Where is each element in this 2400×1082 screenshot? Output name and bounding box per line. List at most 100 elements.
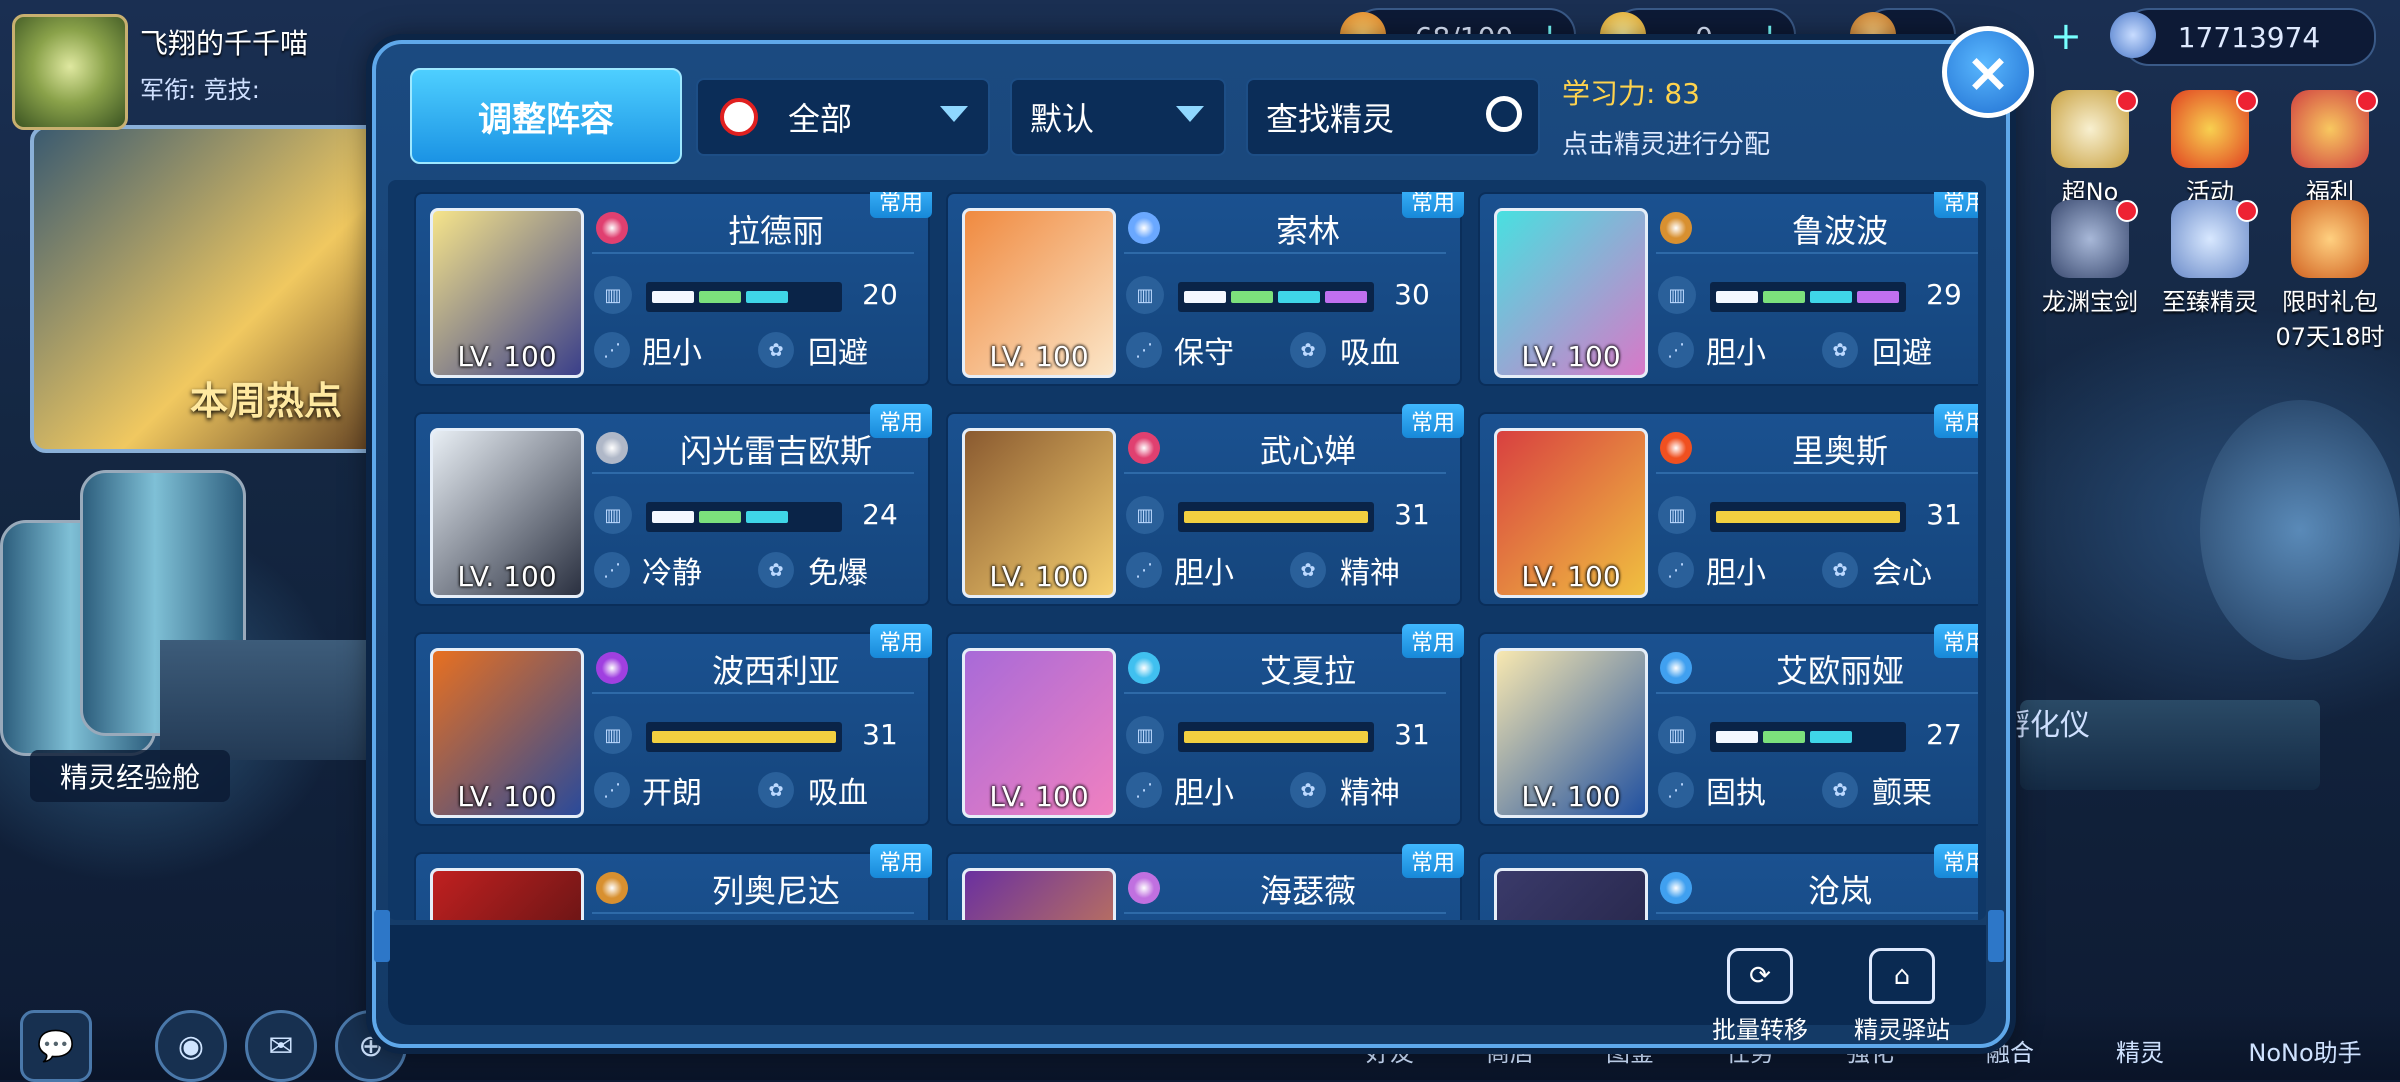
attribute-icon [1660, 872, 1692, 904]
nav-nono-assistant[interactable]: NoNo助手 [2230, 1033, 2380, 1068]
stat-icon: ▥ [1126, 496, 1164, 534]
divider [592, 472, 914, 474]
characteristic-icon: ✿ [1822, 772, 1858, 808]
characteristic-icon: ✿ [1290, 772, 1326, 808]
characteristic-label: 回避 [808, 336, 868, 371]
player-avatar[interactable] [12, 14, 128, 130]
menu-activity[interactable]: 活动 [2150, 90, 2270, 207]
chat-icon[interactable]: 💬 [20, 1010, 92, 1082]
attribute-icon [1128, 212, 1160, 244]
eye-icon[interactable]: ◉ [155, 1010, 227, 1082]
spirit-portrait[interactable]: LV. 100 [430, 648, 584, 818]
attribute-icon [596, 872, 628, 904]
menu-welfare[interactable]: 福利 [2270, 90, 2390, 207]
filter-ban-icon [720, 98, 758, 136]
spirit-portrait[interactable]: LV. 100 [962, 648, 1116, 818]
stat-bar-segment [1763, 731, 1805, 743]
spirit-portrait[interactable] [430, 868, 584, 920]
stat-bar-segment [699, 291, 741, 303]
spirit-name: 鲁波波 [1791, 212, 1888, 250]
spirit-card[interactable]: LV. 100 常用 拉德丽 ▥ 20 ⋰ 胆小 ✿ 回避 [414, 192, 932, 386]
spirit-level: LV. 100 [457, 560, 557, 593]
limited-gift-timer: 07天18时 [2275, 323, 2385, 351]
spirit-portrait[interactable]: LV. 100 [962, 208, 1116, 378]
stat-icon: ▥ [1658, 496, 1696, 534]
stat-icon: ▥ [1126, 716, 1164, 754]
notification-dot [2116, 90, 2138, 112]
stat-bar-segment [1231, 291, 1273, 303]
spirit-portrait[interactable]: LV. 100 [1494, 428, 1648, 598]
spirit-card[interactable]: LV. 100 常用 里奥斯 ▥ 31 ⋰ 胆小 ✿ 会心 [1478, 404, 1978, 606]
mail-icon[interactable]: ✉ [245, 1010, 317, 1082]
hatcher-label[interactable]: 孵化仪 [2000, 700, 2090, 744]
divider [1124, 692, 1446, 694]
stat-bar-segment [1763, 291, 1805, 303]
spirit-card[interactable]: LV. 100 常用 波西利亚 ▥ 31 ⋰ 开朗 ✿ 吸血 [414, 624, 932, 826]
right-scroll-handle[interactable] [1988, 910, 2004, 962]
spirit-card[interactable]: LV. 100 常用 武心婵 ▥ 31 ⋰ 胆小 ✿ 精神 [946, 404, 1464, 606]
stat-bar-segment [1716, 731, 1758, 743]
notification-dot [2356, 90, 2378, 112]
spirit-level: LV. 100 [989, 560, 1089, 593]
spirit-level: LV. 100 [989, 780, 1089, 813]
divider [1124, 472, 1446, 474]
spirit-card[interactable]: LV. 100 常用 艾夏拉 ▥ 31 ⋰ 胆小 ✿ 精神 [946, 624, 1464, 826]
nature-icon: ⋰ [1658, 772, 1694, 808]
characteristic-icon: ✿ [1822, 552, 1858, 588]
gem-add-icon[interactable]: + [2050, 14, 2082, 58]
learning-stat-value: 31 [862, 718, 898, 751]
spirit-card[interactable]: LV. 100 常用 索林 ▥ 30 ⋰ 保守 ✿ 吸血 [946, 192, 1464, 386]
divider [1124, 252, 1446, 254]
spirit-card[interactable]: LV. 100 常用 艾欧丽娅 ▥ 27 ⋰ 固执 ✿ 颤栗 [1478, 624, 1978, 826]
nature-label: 固执 [1706, 776, 1766, 811]
menu-supreme-spirit[interactable]: 至臻精灵 [2150, 200, 2270, 317]
divider [1656, 252, 1978, 254]
weekly-hot-label: 本周热点 [190, 379, 343, 423]
spirit-portrait[interactable]: LV. 100 [1494, 208, 1648, 378]
spirit-card[interactable]: 常用 列奥尼达 [414, 844, 932, 920]
characteristic-label: 颤栗 [1872, 776, 1932, 811]
nav-spirit[interactable]: 精灵 [2100, 1033, 2180, 1068]
stat-bar-segment [1184, 291, 1226, 303]
spirit-level: LV. 100 [1521, 340, 1621, 373]
menu-super-no[interactable]: 超No [2030, 90, 2150, 207]
limited-gift-icon [2291, 200, 2369, 278]
menu-limited-gift[interactable]: 限时礼包 07天18时 [2270, 200, 2390, 352]
spirit-card[interactable]: 常用 海瑟薇 [946, 844, 1464, 920]
hatcher-machine[interactable] [2200, 400, 2400, 660]
spirit-portrait[interactable]: LV. 100 [430, 428, 584, 598]
planet-resource[interactable]: 17713974 [2110, 8, 2376, 66]
spirit-name: 列奥尼达 [711, 872, 840, 910]
sort-dropdown[interactable]: 默认 [1010, 78, 1226, 156]
search-input[interactable]: 查找精灵 [1246, 78, 1540, 156]
close-button[interactable]: × [1942, 26, 2034, 118]
characteristic-label: 吸血 [808, 776, 868, 811]
spirit-name: 艾欧丽娅 [1775, 652, 1904, 690]
spirit-name: 武心婵 [1259, 432, 1356, 470]
characteristic-label: 会心 [1872, 556, 1932, 591]
attribute-icon [1128, 872, 1160, 904]
exp-cabin-label[interactable]: 精灵经验舱 [30, 750, 230, 802]
spirit-card[interactable]: LV. 100 常用 闪光雷吉欧斯 ▥ 24 ⋰ 冷静 ✿ 免爆 [414, 404, 932, 606]
adjust-team-button[interactable]: 调整阵容 [410, 68, 682, 164]
characteristic-icon: ✿ [1290, 332, 1326, 368]
spirit-card[interactable]: LV. 100 常用 鲁波波 ▥ 29 ⋰ 胆小 ✿ 回避 [1478, 192, 1978, 386]
nature-icon: ⋰ [594, 332, 630, 368]
spirit-portrait[interactable]: LV. 100 [962, 428, 1116, 598]
divider [1656, 472, 1978, 474]
learning-power: 学习力: 83 [1562, 77, 1700, 110]
spirit-card[interactable]: 常用 沧岚 [1478, 844, 1978, 920]
spirit-portrait[interactable] [962, 868, 1116, 920]
spirit-portrait[interactable] [1494, 868, 1648, 920]
learning-stat-bar [1178, 282, 1374, 312]
search-icon[interactable] [1486, 96, 1522, 132]
learning-power-hint: 点击精灵进行分配 [1562, 130, 1771, 160]
left-scroll-handle[interactable] [374, 910, 390, 962]
stat-bar-fill [1184, 731, 1368, 743]
menu-dragon-sword[interactable]: 龙渊宝剑 [2030, 200, 2150, 317]
spirit-portrait[interactable]: LV. 100 [430, 208, 584, 378]
spirit-station-button[interactable]: ⌂ 精灵驿站 [1842, 948, 1962, 1045]
spirit-portrait[interactable]: LV. 100 [1494, 648, 1648, 818]
batch-transfer-button[interactable]: ⟳ 批量转移 [1700, 948, 1820, 1045]
attribute-filter-dropdown[interactable]: 全部 [696, 78, 990, 156]
